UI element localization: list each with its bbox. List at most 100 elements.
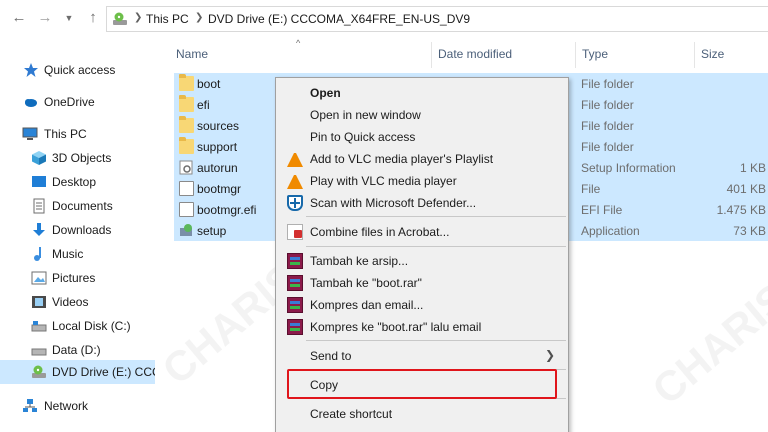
setup-app-icon — [180, 224, 192, 236]
sidebar-item-label: Data (D:) — [52, 343, 101, 357]
file-type: File folder — [581, 140, 634, 154]
file-size: 1.475 KB — [716, 203, 766, 217]
menu-item-create-shortcut[interactable]: Create shortcut — [277, 403, 567, 425]
forward-arrow-icon[interactable]: → — [36, 9, 54, 27]
sidebar-item-label: Music — [52, 247, 84, 261]
file-name: bootmgr — [197, 182, 242, 196]
sidebar-item-label: Network — [44, 399, 89, 413]
defender-icon — [287, 195, 303, 211]
breadcrumb-dvd-drive[interactable]: DVD Drive (E:) CCCOMA_X64FRE_EN-US_DV9 — [208, 12, 470, 26]
star-icon — [24, 63, 38, 77]
column-header-name[interactable]: Name — [176, 47, 208, 61]
menu-item-pin-quick-access[interactable]: Pin to Quick access — [277, 126, 567, 148]
file-name: boot — [197, 77, 221, 91]
menu-item-vlc-play[interactable]: Play with VLC media player — [277, 170, 567, 192]
menu-item-open-new-window[interactable]: Open in new window — [277, 104, 567, 126]
menu-item-label: Send to — [310, 349, 352, 363]
menu-item-acrobat-combine[interactable]: Combine files in Acrobat... — [277, 221, 567, 243]
menu-item-rar-add-archive[interactable]: Tambah ke arsip... — [277, 250, 567, 272]
sidebar-item-label: Videos — [52, 295, 89, 309]
menu-item-rar-add-boot[interactable]: Tambah ke "boot.rar" — [277, 272, 567, 294]
menu-separator — [306, 340, 566, 341]
winrar-icon — [287, 253, 303, 269]
menu-item-label: Add to VLC media player's Playlist — [310, 152, 494, 166]
menu-item-label: Open in new window — [310, 108, 421, 122]
file-name: bootmgr.efi — [197, 203, 257, 217]
sidebar-item-local-disk-c[interactable]: Local Disk (C:) — [0, 314, 155, 338]
menu-item-send-to[interactable]: Send to ❯ — [277, 345, 567, 367]
sidebar-item-pictures[interactable]: Pictures — [0, 266, 155, 290]
sidebar-item-data-d[interactable]: Data (D:) — [0, 338, 155, 362]
sidebar-item-documents[interactable]: Documents — [0, 194, 155, 218]
sidebar-item-label: DVD Drive (E:) CCCC — [52, 365, 155, 379]
breadcrumb-chevron-icon: ❯ — [134, 12, 143, 23]
computer-icon — [22, 127, 38, 140]
folder-icon — [179, 74, 194, 91]
sidebar-item-3d-objects[interactable]: 3D Objects — [0, 146, 155, 170]
winrar-icon — [287, 275, 303, 291]
file-type: Application — [581, 224, 640, 238]
cloud-icon — [25, 99, 37, 107]
menu-item-vlc-playlist[interactable]: Add to VLC media player's Playlist — [277, 148, 567, 170]
sidebar-item-dvd-drive[interactable]: DVD Drive (E:) CCCC — [0, 360, 155, 384]
sidebar-item-network[interactable]: Network — [0, 394, 155, 418]
sidebar-item-music[interactable]: Music — [0, 242, 155, 266]
network-icon — [23, 399, 37, 412]
disk-icon — [31, 321, 47, 332]
file-size: 1 KB — [739, 161, 766, 175]
sidebar-item-onedrive[interactable]: OneDrive — [0, 90, 155, 114]
up-arrow-icon[interactable]: ↑ — [84, 9, 102, 27]
menu-item-label: Tambah ke arsip... — [310, 254, 409, 268]
back-arrow-icon[interactable]: ← — [10, 9, 28, 27]
file-type: Setup Information — [581, 161, 676, 175]
sidebar-item-label: This PC — [44, 127, 87, 141]
file-size: 73 KB — [733, 224, 766, 238]
column-header-size[interactable]: Size — [701, 47, 724, 61]
dvd-drive-icon — [113, 12, 127, 25]
file-name: support — [197, 140, 238, 154]
videos-icon — [32, 296, 46, 308]
column-divider[interactable] — [694, 42, 695, 68]
column-header-date-modified[interactable]: Date modified — [438, 47, 512, 61]
file-icon — [179, 181, 194, 196]
acrobat-icon — [287, 224, 303, 240]
sidebar-item-this-pc[interactable]: This PC — [0, 122, 155, 146]
menu-item-rar-compress-boot-email[interactable]: Kompres ke "boot.rar" lalu email — [277, 316, 567, 338]
column-header-type[interactable]: Type — [582, 47, 608, 61]
menu-item-open[interactable]: Open — [277, 82, 567, 104]
disk-icon — [31, 348, 47, 356]
file-type: File folder — [581, 77, 634, 91]
breadcrumb-this-pc[interactable]: This PC — [146, 12, 189, 26]
folder-icon — [179, 137, 194, 154]
sidebar-item-label: Documents — [52, 199, 113, 213]
menu-item-defender-scan[interactable]: Scan with Microsoft Defender... — [277, 192, 567, 214]
sidebar-item-quick-access[interactable]: Quick access — [0, 58, 155, 82]
music-icon — [34, 247, 41, 261]
column-divider[interactable] — [431, 42, 432, 68]
menu-item-label: Kompres dan email... — [310, 298, 424, 312]
settings-file-icon — [179, 160, 193, 175]
recent-locations-chevron-icon[interactable]: ▼ — [60, 9, 78, 27]
file-size: 401 KB — [726, 182, 766, 196]
sidebar-item-label: 3D Objects — [52, 151, 112, 165]
address-bar[interactable]: ❯ This PC ❯ DVD Drive (E:) CCCOMA_X64FRE… — [106, 6, 768, 32]
vlc-icon — [287, 173, 303, 189]
winrar-icon — [287, 319, 303, 335]
file-type: File folder — [581, 119, 634, 133]
sidebar-item-downloads[interactable]: Downloads — [0, 218, 155, 242]
sidebar-item-videos[interactable]: Videos — [0, 290, 155, 314]
file-name: efi — [197, 98, 210, 112]
menu-item-rar-compress-email[interactable]: Kompres dan email... — [277, 294, 567, 316]
menu-separator — [306, 216, 566, 217]
menu-item-label: Tambah ke "boot.rar" — [310, 276, 422, 290]
menu-item-label: Create shortcut — [310, 407, 393, 421]
file-type: File — [581, 182, 601, 196]
sidebar-item-label: Downloads — [52, 223, 112, 237]
column-divider[interactable] — [575, 42, 576, 68]
sidebar-item-label: Desktop — [52, 175, 97, 189]
sort-ascending-icon: ^ — [296, 38, 301, 48]
copy-highlight-box — [287, 369, 557, 399]
sidebar-item-desktop[interactable]: Desktop — [0, 170, 155, 194]
dvd-drive-icon — [32, 365, 46, 378]
sidebar-item-label: Pictures — [52, 271, 96, 285]
